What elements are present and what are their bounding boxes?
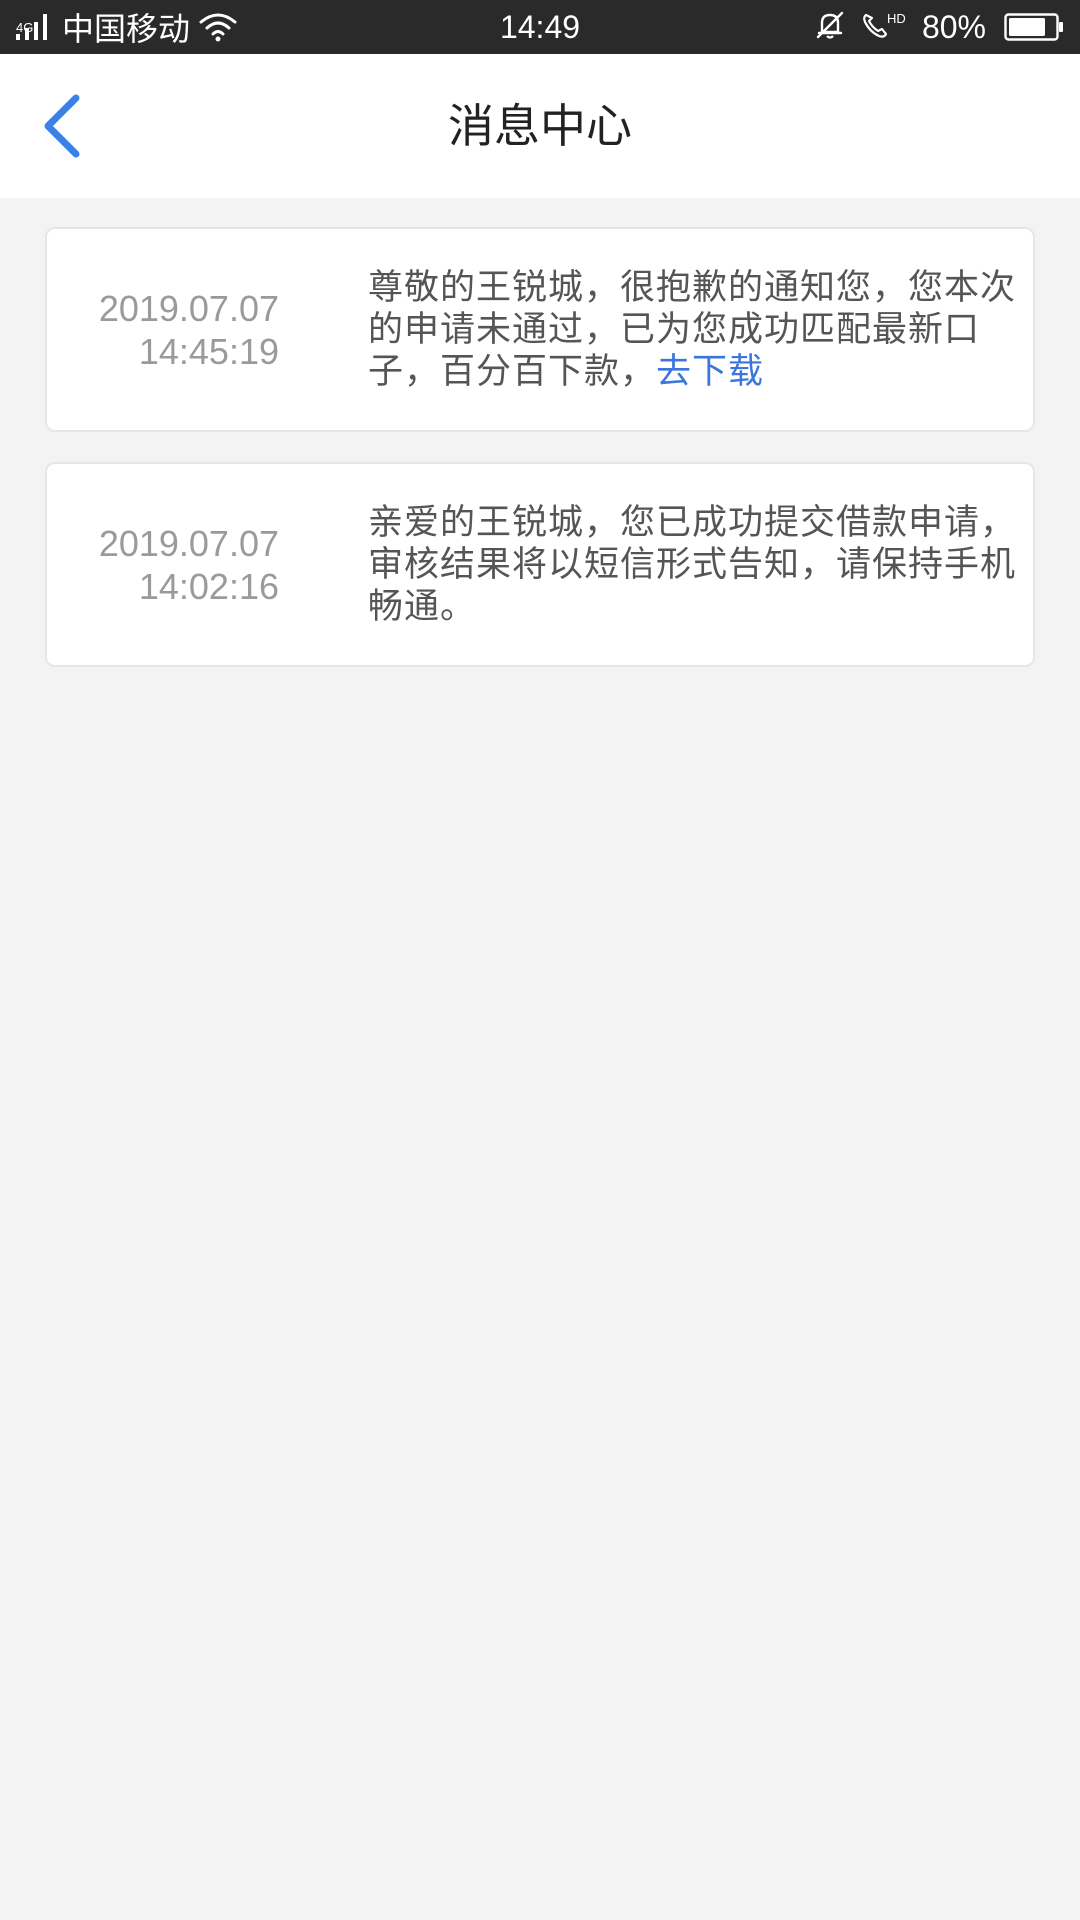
message-time: 14:45:19 [138, 330, 279, 372]
message-text: 亲爱的王锐城，您已成功提交借款申请，审核结果将以短信形式告知，请保持手机畅通。 [368, 502, 1017, 627]
message-timestamp: 2019.07.07 14:45:19 [47, 229, 279, 430]
message-date: 2019.07.07 [98, 287, 279, 329]
message-body: 亲爱的王锐城，您已成功提交借款申请，审核结果将以短信形式告知，请保持手机畅通。 [368, 464, 1028, 665]
svg-text:HD: HD [887, 11, 906, 26]
message-timestamp: 2019.07.07 14:02:16 [47, 464, 279, 665]
battery-percent: 80% [921, 8, 986, 45]
bell-muted-icon [814, 9, 846, 45]
hd-call-icon: HD [860, 9, 908, 45]
message-card[interactable]: 2019.07.07 14:02:16 亲爱的王锐城，您已成功提交借款申请，审核… [45, 462, 1035, 667]
battery-icon [1004, 13, 1064, 41]
message-body: 尊敬的王锐城，很抱歉的通知您，您本次的申请未通过，已为您成功匹配最新口子，百分百… [368, 229, 1028, 430]
status-bar: 4G 中国移动 14:49 HD 80% [0, 0, 1080, 54]
message-time: 14:02:16 [138, 565, 279, 607]
message-card[interactable]: 2019.07.07 14:45:19 尊敬的王锐城，很抱歉的通知您，您本次的申… [45, 227, 1035, 432]
app-header: 消息中心 [0, 54, 1080, 198]
download-link[interactable]: 去下载 [656, 352, 764, 392]
message-list: 2019.07.07 14:45:19 尊敬的王锐城，很抱歉的通知您，您本次的申… [45, 227, 1035, 697]
status-right: HD 80% [814, 0, 1064, 54]
page-title: 消息中心 [448, 99, 632, 153]
message-date: 2019.07.07 [98, 522, 279, 564]
